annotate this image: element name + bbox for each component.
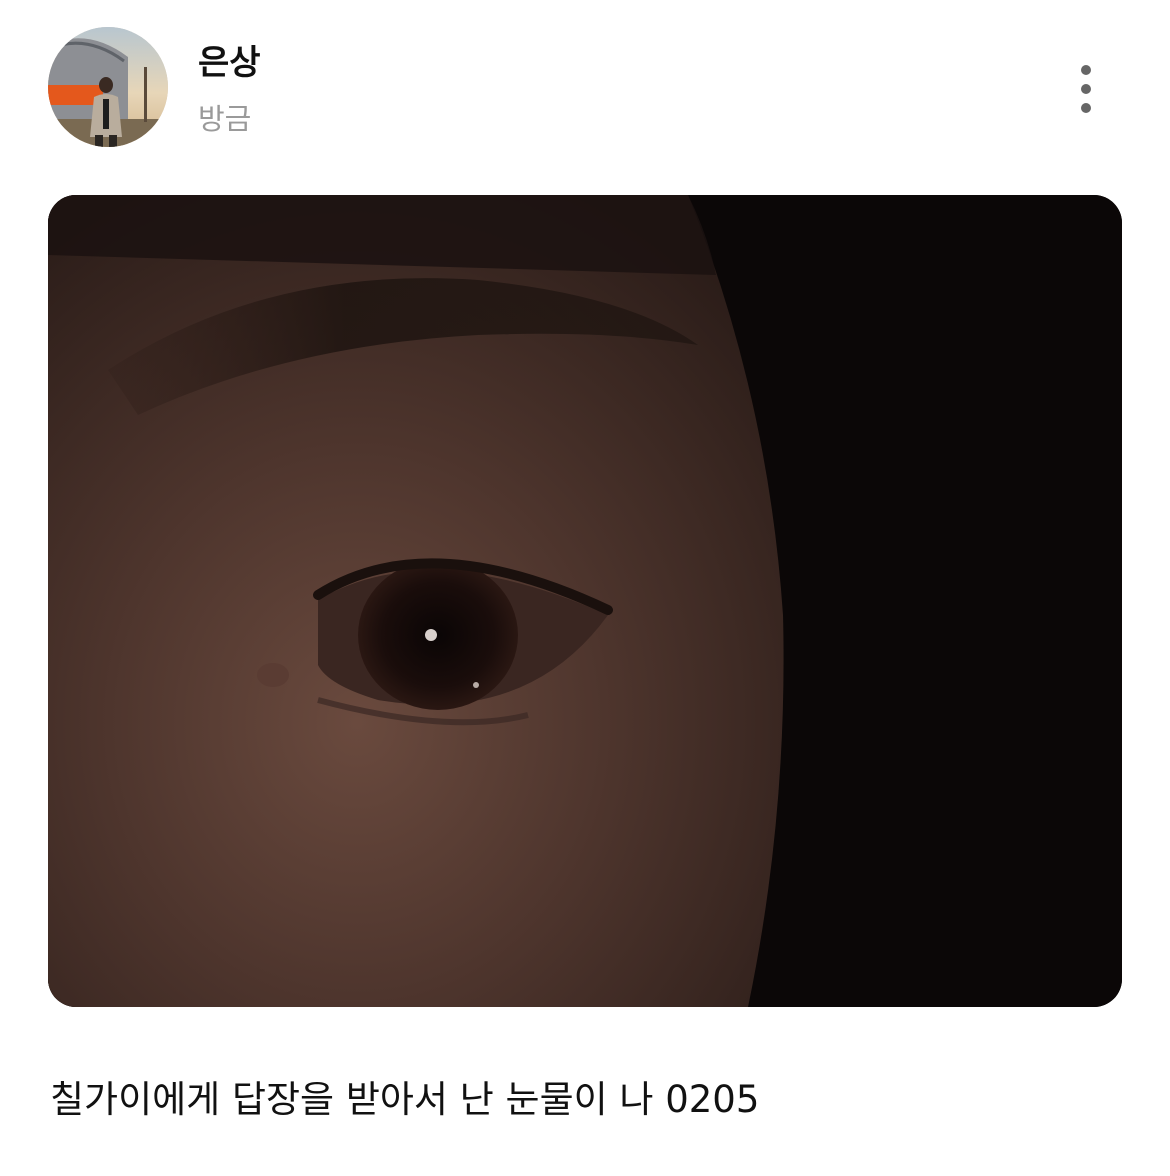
post-photo[interactable] <box>48 195 1122 1007</box>
post-timestamp: 방금 <box>198 102 252 136</box>
post-caption: 칠가이에게 답장을 받아서 난 눈물이 나 0205 <box>50 1078 760 1121</box>
avatar-image <box>48 27 168 147</box>
more-vertical-icon <box>1081 65 1091 113</box>
author-avatar[interactable] <box>48 27 168 147</box>
more-options-button[interactable] <box>1060 61 1112 117</box>
eye-closeup-photo <box>48 195 1122 1007</box>
post-header: 은상 방금 <box>48 27 1122 147</box>
author-name[interactable]: 은상 <box>198 41 261 85</box>
